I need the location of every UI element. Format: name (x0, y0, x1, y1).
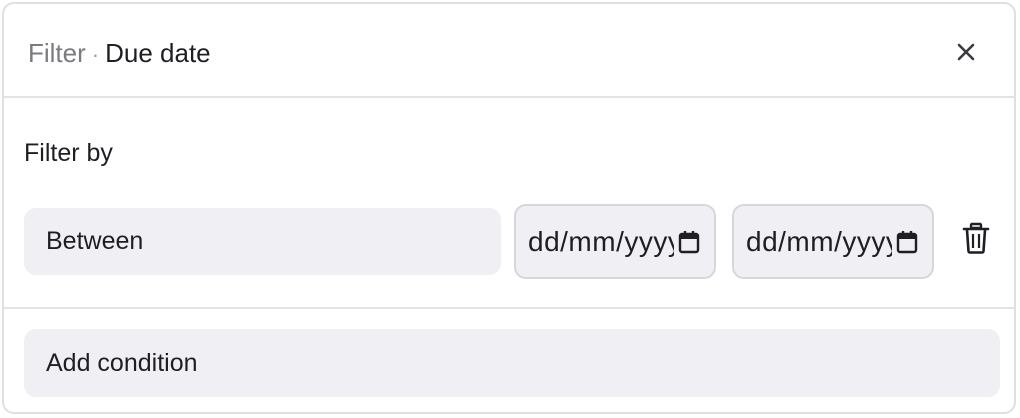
filter-panel: Filter · Due date Filter by Between dd/mm/… (2, 2, 1016, 414)
breadcrumb-separator: · (91, 42, 100, 67)
add-condition-button[interactable]: Add condition (24, 329, 1000, 397)
breadcrumb: Filter · Due date (28, 37, 211, 71)
calendar-icon[interactable] (678, 230, 700, 254)
close-icon (957, 43, 975, 61)
add-condition-label: Add condition (46, 348, 198, 377)
filter-by-label: Filter by (24, 139, 113, 167)
date-to-input[interactable]: dd/mm/yyyy (732, 204, 934, 279)
panel-header: Filter · Due date (4, 4, 1014, 98)
page-title: Due date (105, 38, 211, 68)
breadcrumb-filter: Filter (28, 38, 86, 68)
section-divider (4, 307, 1014, 309)
date-from-placeholder: dd/mm/yyyy (528, 225, 674, 257)
trash-icon (962, 222, 990, 254)
operator-select[interactable]: Between (24, 208, 501, 275)
date-from-input[interactable]: dd/mm/yyyy (514, 204, 716, 279)
close-button[interactable] (950, 36, 982, 68)
delete-condition-button[interactable] (962, 222, 990, 254)
operator-select-value: Between (46, 227, 144, 255)
date-to-placeholder: dd/mm/yyyy (746, 225, 892, 257)
calendar-icon[interactable] (896, 230, 918, 254)
